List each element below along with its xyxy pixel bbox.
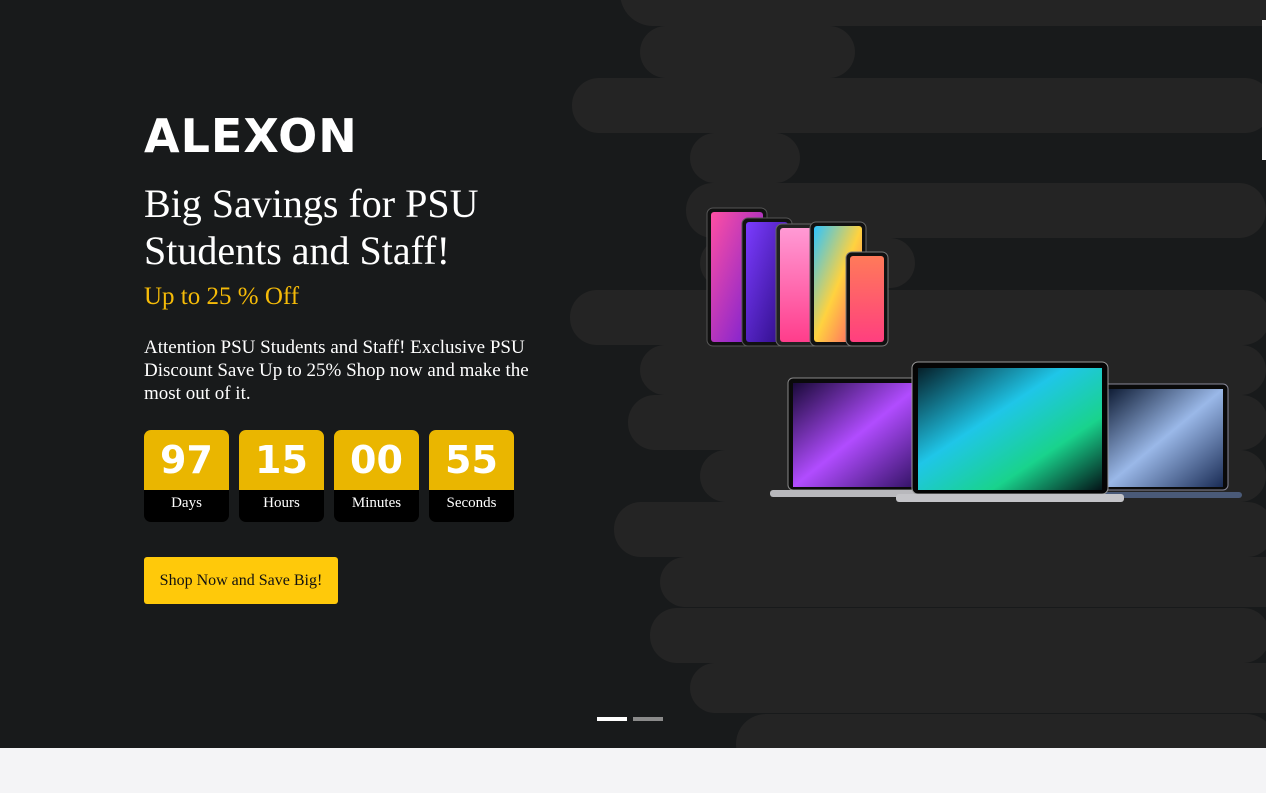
- macbook-group: [770, 361, 1242, 502]
- countdown-timer: 97 Days 15 Hours 00 Minutes 55 Seconds: [144, 430, 514, 522]
- hero-headline: Big Savings for PSU Students and Staff!: [144, 181, 479, 273]
- shop-now-button[interactable]: Shop Now and Save Big!: [144, 557, 338, 604]
- carousel-indicator-2[interactable]: [633, 717, 663, 721]
- countdown-days-value: 97: [144, 430, 229, 490]
- countdown-hours-value: 15: [239, 430, 324, 490]
- countdown-minutes: 00 Minutes: [334, 430, 419, 522]
- countdown-minutes-label: Minutes: [351, 495, 402, 511]
- countdown-hours: 15 Hours: [239, 430, 324, 522]
- countdown-minutes-value: 00: [334, 430, 419, 490]
- countdown-days-label: Days: [171, 495, 202, 511]
- countdown-seconds: 55 Seconds: [429, 430, 514, 522]
- discount-offer: Up to 25 % Off: [144, 283, 300, 310]
- carousel-indicators: [597, 717, 663, 721]
- product-devices-image: [706, 207, 1242, 502]
- countdown-hours-label: Hours: [263, 495, 300, 511]
- carousel-indicator-1[interactable]: [597, 717, 627, 721]
- hero-description: Attention PSU Students and Staff! Exclus…: [144, 337, 529, 404]
- countdown-seconds-label: Seconds: [446, 495, 497, 511]
- brand-logo[interactable]: ALEXON: [144, 108, 358, 164]
- countdown-days: 97 Days: [144, 430, 229, 522]
- hero-banner: ALEXON Big Savings for PSU Students and …: [0, 0, 1266, 748]
- ipad-group: [706, 207, 889, 347]
- countdown-seconds-value: 55: [429, 430, 514, 490]
